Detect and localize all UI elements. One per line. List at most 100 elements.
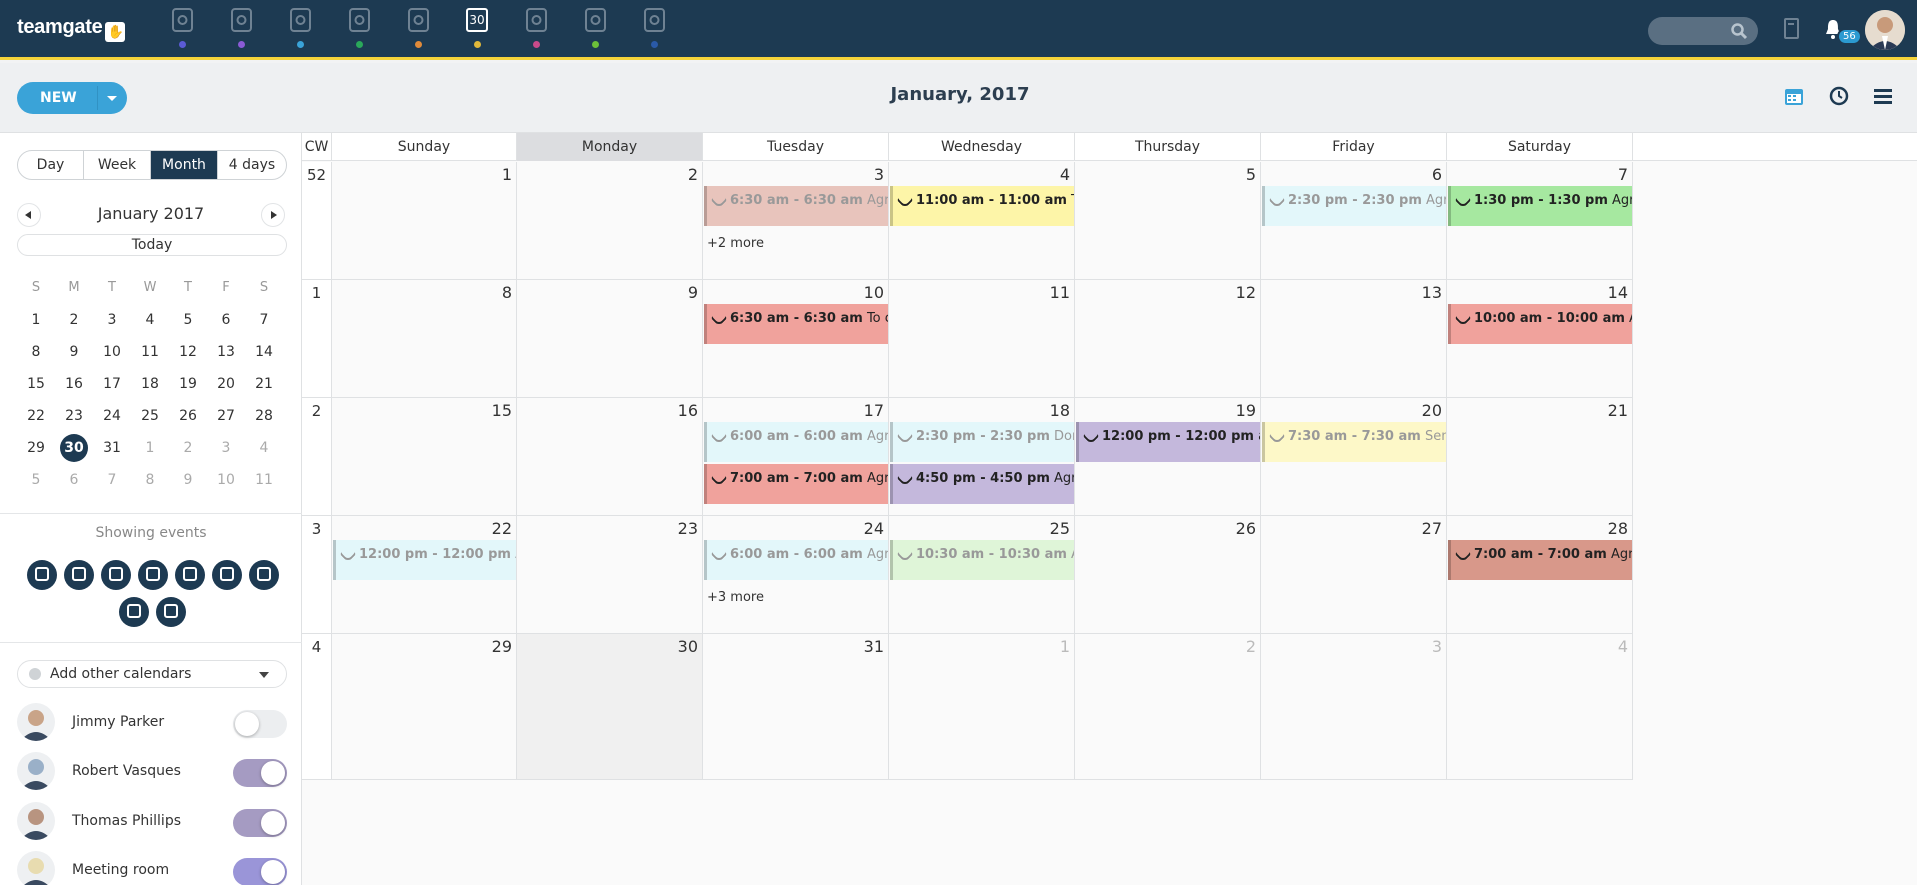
- mini-day[interactable]: 10: [93, 336, 131, 368]
- day-cell[interactable]: 6 2:30 pm - 2:30 pm Agree meeting: [1261, 162, 1447, 280]
- mini-day[interactable]: 21: [245, 368, 283, 400]
- mini-day[interactable]: 10: [207, 464, 245, 496]
- mini-day[interactable]: 2: [55, 304, 93, 336]
- today-button[interactable]: Today: [17, 234, 287, 256]
- filter-tag-button[interactable]: [119, 597, 149, 627]
- calendar-event[interactable]: 6:30 am - 6:30 am To call Jack about: [704, 304, 888, 344]
- mini-day[interactable]: 25: [131, 400, 169, 432]
- nav-dashboard-button[interactable]: [162, 6, 202, 50]
- day-cell[interactable]: 11: [889, 280, 1075, 398]
- day-cell[interactable]: 3 6:30 am - 6:30 am Agree meeting +2 more: [703, 162, 889, 280]
- mini-day[interactable]: 22: [17, 400, 55, 432]
- day-cell[interactable]: 106:30 am - 6:30 am To call Jack about: [703, 280, 889, 398]
- calendar-event[interactable]: 6:00 am - 6:00 am Agree meeting: [704, 422, 888, 462]
- mini-day[interactable]: 29: [17, 432, 55, 464]
- filter-megaphone-button[interactable]: [211, 560, 242, 590]
- mini-day[interactable]: 30: [55, 432, 93, 464]
- next-month-button[interactable]: [261, 203, 285, 227]
- mini-day[interactable]: 3: [93, 304, 131, 336]
- mini-day[interactable]: 7: [93, 464, 131, 496]
- mini-day[interactable]: 9: [169, 464, 207, 496]
- day-cell[interactable]: 29: [332, 634, 517, 780]
- mini-day[interactable]: 8: [131, 464, 169, 496]
- mini-day[interactable]: 14: [245, 336, 283, 368]
- mini-day[interactable]: 8: [17, 336, 55, 368]
- day-cell[interactable]: 3: [1261, 634, 1447, 780]
- mini-day[interactable]: 26: [169, 400, 207, 432]
- day-cell[interactable]: 8: [332, 280, 517, 398]
- day-cell[interactable]: 15: [332, 398, 517, 516]
- calendar-event[interactable]: 10:00 am - 10:00 am Agree meeting: [1448, 304, 1632, 344]
- mini-day[interactable]: 27: [207, 400, 245, 432]
- notification-badge[interactable]: 56: [1837, 28, 1862, 45]
- calendar-event[interactable]: 12:00 pm - 12:00 pm Agree meeting: [333, 540, 516, 580]
- teamgate-logo[interactable]: teamgate ✋: [17, 16, 126, 42]
- calendar-toggle[interactable]: [233, 710, 287, 738]
- more-events-link[interactable]: +2 more: [707, 236, 764, 251]
- calendar-event[interactable]: 7:00 am - 7:00 am Agree meeting: [1448, 540, 1632, 580]
- day-cell[interactable]: 1: [889, 634, 1075, 780]
- menu-icon[interactable]: [1873, 86, 1893, 106]
- calendar-event[interactable]: 7:30 am - 7:30 am Send more info: [1262, 422, 1446, 462]
- mini-day[interactable]: 5: [169, 304, 207, 336]
- mini-day[interactable]: 31: [93, 432, 131, 464]
- mini-day[interactable]: 5: [17, 464, 55, 496]
- mini-day[interactable]: 9: [55, 336, 93, 368]
- calendar-event[interactable]: 4:50 pm - 4:50 pm Agree upon the: [890, 464, 1074, 504]
- day-cell[interactable]: 14 10:00 am - 10:00 am Agree meeting: [1447, 280, 1633, 398]
- mini-day[interactable]: 1: [17, 304, 55, 336]
- phone-book-icon[interactable]: [1783, 17, 1801, 41]
- nav-reports-button[interactable]: [634, 6, 674, 50]
- nav-target-button[interactable]: [221, 6, 261, 50]
- filter-user-button[interactable]: [248, 560, 279, 590]
- calendar-toggle[interactable]: [233, 759, 287, 787]
- calendar-event[interactable]: 2:30 pm - 2:30 pm Don't forget to: [890, 422, 1074, 462]
- more-events-link[interactable]: +3 more: [707, 590, 764, 605]
- new-dropdown-caret-icon[interactable]: [107, 96, 117, 101]
- calendar-event[interactable]: 6:00 am - 6:00 am Agree meeting: [704, 540, 888, 580]
- mini-day[interactable]: 16: [55, 368, 93, 400]
- day-cell[interactable]: 30: [517, 634, 703, 780]
- nav-people-button[interactable]: [339, 6, 379, 50]
- mini-day[interactable]: 18: [131, 368, 169, 400]
- filter-location-button[interactable]: [156, 597, 186, 627]
- day-cell[interactable]: 4 11:00 am - 11:00 am To call Jack: [889, 162, 1075, 280]
- mini-day[interactable]: 19: [169, 368, 207, 400]
- day-cell[interactable]: 7 1:30 pm - 1:30 pm Agree meeting: [1447, 162, 1633, 280]
- filter-task-button[interactable]: [100, 560, 131, 590]
- day-cell[interactable]: 21: [1447, 398, 1633, 516]
- day-cell[interactable]: 4: [1447, 634, 1633, 780]
- prev-month-button[interactable]: [17, 203, 41, 227]
- mini-day[interactable]: 6: [207, 304, 245, 336]
- mini-day[interactable]: 6: [55, 464, 93, 496]
- mini-day[interactable]: 7: [245, 304, 283, 336]
- day-cell[interactable]: 176:00 am - 6:00 am Agree meeting7:00 am…: [703, 398, 889, 516]
- calendar-event[interactable]: 6:30 am - 6:30 am Agree meeting: [704, 186, 888, 226]
- mini-day[interactable]: 1: [131, 432, 169, 464]
- day-cell[interactable]: 246:00 am - 6:00 am Agree meeting+3 more: [703, 516, 889, 634]
- mini-day[interactable]: 12: [169, 336, 207, 368]
- day-cell[interactable]: 182:30 pm - 2:30 pm Don't forget to4:50 …: [889, 398, 1075, 516]
- day-cell[interactable]: 26: [1075, 516, 1261, 634]
- mini-day[interactable]: 13: [207, 336, 245, 368]
- filter-gift-button[interactable]: [174, 560, 205, 590]
- nav-calendar-button[interactable]: 30: [457, 6, 497, 50]
- calendar-toggle[interactable]: [233, 858, 287, 885]
- day-cell[interactable]: 1: [332, 162, 517, 280]
- mini-day[interactable]: 2: [169, 432, 207, 464]
- day-cell[interactable]: 5: [1075, 162, 1261, 280]
- day-cell[interactable]: 12: [1075, 280, 1261, 398]
- tab-4-days[interactable]: 4 days: [218, 151, 286, 179]
- calendar-view-icon[interactable]: [1784, 86, 1804, 106]
- day-cell[interactable]: 25 10:30 am - 10:30 am Ar tiko pasi: [889, 516, 1075, 634]
- mini-day[interactable]: 3: [207, 432, 245, 464]
- nav-companies-button[interactable]: [280, 6, 320, 50]
- tab-week[interactable]: Week: [84, 151, 151, 179]
- mini-day[interactable]: 15: [17, 368, 55, 400]
- calendar-event[interactable]: 2:30 pm - 2:30 pm Agree meeting: [1262, 186, 1446, 226]
- day-cell[interactable]: 22 12:00 pm - 12:00 pm Agree meeting: [332, 516, 517, 634]
- mini-day[interactable]: 24: [93, 400, 131, 432]
- filter-calendar-button[interactable]: [26, 560, 57, 590]
- calendar-event[interactable]: 12:00 pm - 12:00 pm agree upon: [1076, 422, 1260, 462]
- mini-day[interactable]: 17: [93, 368, 131, 400]
